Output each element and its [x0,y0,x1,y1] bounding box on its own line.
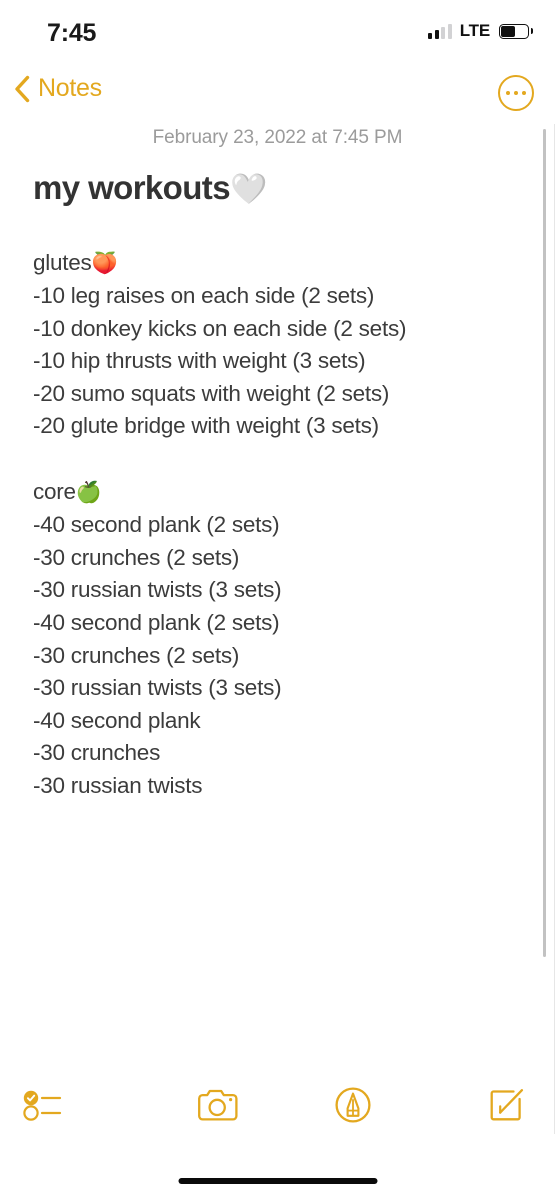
note-line-text: -30 crunches (2 sets) [33,642,240,668]
note-line: -30 crunches (2 sets) [33,640,555,673]
note-line-text: core [33,478,76,504]
more-ellipsis-icon [505,90,511,96]
more-ellipsis-icon [521,90,527,96]
note-line: -30 crunches (2 sets) [33,542,555,575]
note-body-text[interactable]: glutes🍑 -10 leg raises on each side (2 se… [33,247,555,803]
more-ellipsis-icon [513,90,519,96]
note-line: -40 second plank [33,705,555,738]
compose-new-note-button[interactable] [420,1070,555,1140]
navigation-bar: Notes [0,62,555,124]
note-line: -10 donkey kicks on each side (2 sets) [33,313,555,346]
note-line-text: -10 leg raises on each side (2 sets) [33,283,375,309]
camera-button[interactable] [150,1070,285,1140]
status-bar-indicators: LTE [428,21,533,41]
note-line: -30 russian twists [33,770,555,803]
note-line: -30 russian twists (3 sets) [33,574,555,607]
note-line: -30 crunches [33,737,555,770]
note-line-text: -40 second plank (2 sets) [33,512,280,538]
white-heart-emoji: 🤍 [229,173,267,206]
compose-icon [490,1089,524,1121]
note-line-text: -40 second plank (2 sets) [33,610,280,636]
note-timestamp: February 23, 2022 at 7:45 PM [152,127,403,148]
note-line: -20 glute bridge with weight (3 sets) [33,410,555,443]
note-line [33,443,555,476]
note-content-area[interactable]: February 23, 2022 at 7:45 PM my workouts… [0,124,555,1084]
note-title-text: my workouts [33,169,231,206]
note-line-text: -10 donkey kicks on each side (2 sets) [33,315,407,341]
note-line-text: -20 sumo squats with weight (2 sets) [33,380,390,406]
carrier-label: LTE [459,21,490,40]
vertical-scrollbar[interactable] [542,129,546,957]
status-bar-time: 7:45 [47,19,97,47]
note-line-text: -30 russian twists (3 sets) [33,577,282,603]
note-line-text: -30 crunches [33,740,161,766]
note-line-text: -20 glute bridge with weight (3 sets) [33,413,379,439]
note-line: -40 second plank (2 sets) [33,607,555,640]
back-to-notes-button[interactable]: Notes [14,74,102,103]
status-bar: 7:45 LTE [0,0,555,62]
note-line: core🍏 [33,476,555,510]
notes-bottom-toolbar [0,1070,555,1140]
note-line: -10 leg raises on each side (2 sets) [33,280,555,313]
checklist-button[interactable] [0,1070,150,1140]
note-line-text: -40 second plank [33,707,201,733]
note-line-text: -30 russian twists [33,773,203,798]
note-line: glutes🍑 [33,247,555,281]
note-line-emoji: 🍏 [75,480,102,504]
more-options-button[interactable] [498,75,534,111]
chevron-left-icon [15,75,30,102]
checklist-icon [23,1090,62,1121]
note-line: -10 hip thrusts with weight (3 sets) [33,345,555,378]
note-line: -30 russian twists (3 sets) [33,672,555,705]
note-line-text: -10 hip thrusts with weight (3 sets) [33,348,366,374]
note-line: -40 second plank (2 sets) [33,509,555,542]
note-title: my workouts🤍 [33,169,555,208]
markup-pen-icon [334,1087,371,1123]
note-line-emoji: 🍑 [91,251,118,275]
back-button-label: Notes [38,74,102,102]
note-line-text: -30 crunches (2 sets) [33,544,240,570]
markup-button[interactable] [285,1070,420,1140]
home-indicator-bar [178,1178,377,1184]
cellular-signal-icon [428,23,452,39]
camera-icon [197,1089,238,1121]
note-line-text: glutes [33,249,92,275]
notes-app-screen: 7:45 LTE Notes February 23, 2022 at 7:45… [0,0,555,1200]
note-line-text: -30 russian twists (3 sets) [33,675,282,701]
battery-icon [499,23,533,39]
note-line: -20 sumo squats with weight (2 sets) [33,378,555,411]
